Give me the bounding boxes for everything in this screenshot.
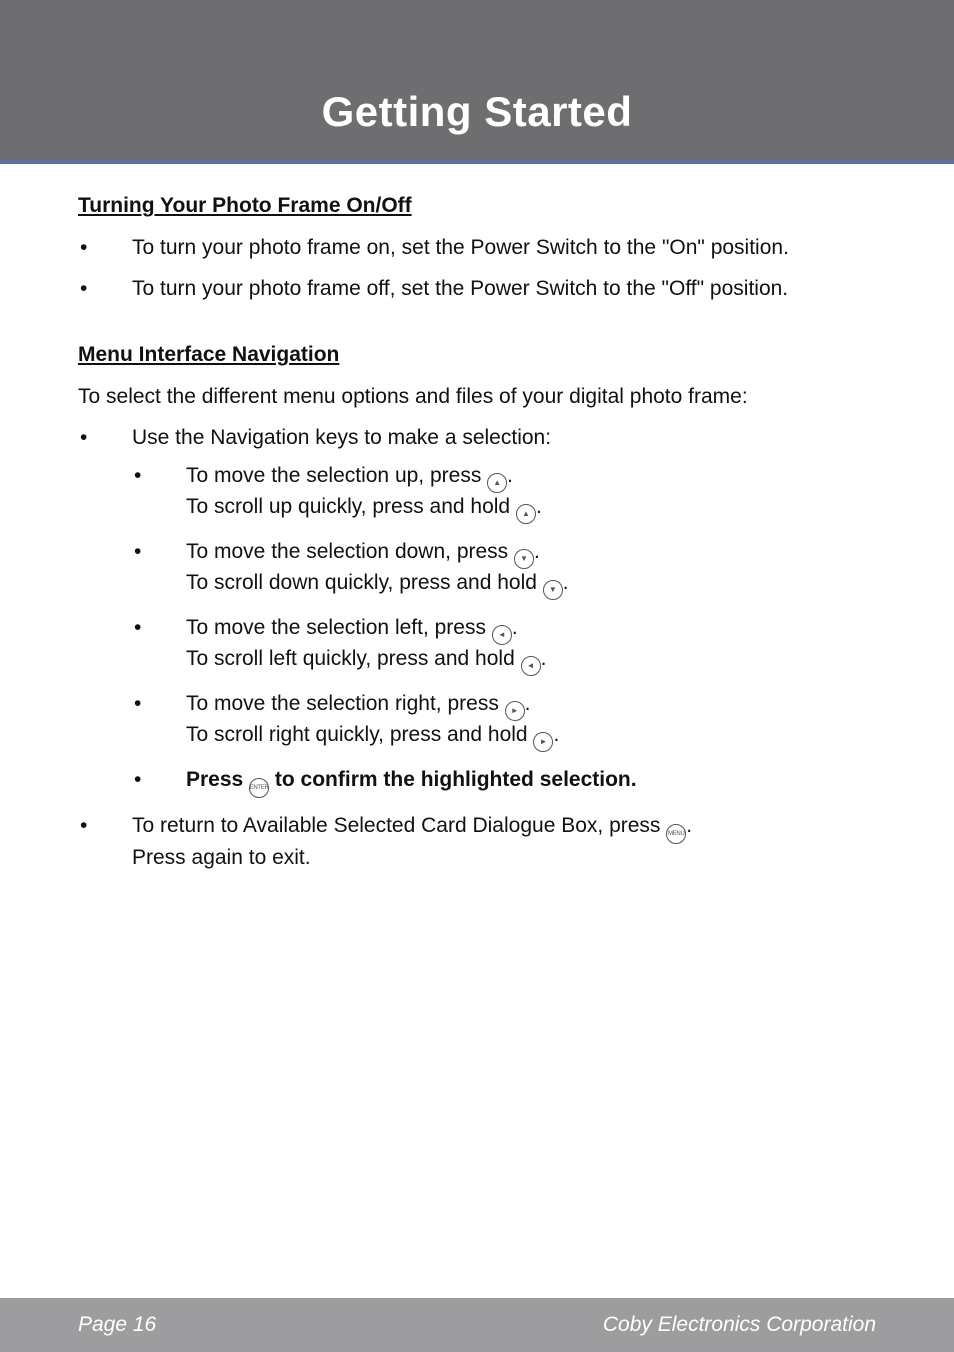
line-text: To return to Available Selected Card Dia…	[132, 814, 666, 837]
left-arrow-icon: ◄	[492, 625, 512, 645]
line-text: .	[686, 814, 692, 837]
line-text: To move the selection down, press	[186, 540, 514, 563]
menu-list: Use the Navigation keys to make a select…	[78, 424, 876, 873]
line-text: To move the selection left, press	[186, 616, 492, 639]
list-item: To return to Available Selected Card Dia…	[78, 812, 876, 872]
page-number: Page 16	[78, 1313, 156, 1337]
list-item: To turn your photo frame on, set the Pow…	[78, 234, 876, 262]
right-arrow-icon: ►	[533, 732, 553, 752]
line-text: Press again to exit.	[132, 846, 311, 869]
confirm-post: to confirm the highlighted selection.	[269, 768, 637, 791]
list-item: To turn your photo frame off, set the Po…	[78, 275, 876, 303]
up-arrow-icon: ▲	[516, 504, 536, 524]
enter-icon: ENTER	[249, 778, 269, 798]
nav-intro: Use the Navigation keys to make a select…	[132, 426, 551, 449]
list-text: To turn your photo frame off, set the Po…	[132, 277, 788, 300]
list-item: Press ENTER to confirm the highlighted s…	[132, 766, 876, 798]
footer: Page 16 Coby Electronics Corporation	[0, 1298, 954, 1352]
menu-intro: To select the different menu options and…	[78, 383, 876, 411]
line-text: .	[553, 723, 559, 746]
page-title: Getting Started	[322, 88, 633, 160]
right-arrow-icon: ►	[505, 701, 525, 721]
list-item: Use the Navigation keys to make a select…	[78, 424, 876, 798]
up-arrow-icon: ▲	[487, 473, 507, 493]
line-text: .	[563, 571, 569, 594]
down-arrow-icon: ▼	[543, 580, 563, 600]
nav-sublist: To move the selection up, press ▲. To sc…	[132, 462, 876, 798]
line-text: .	[525, 692, 531, 715]
line-text: .	[536, 495, 542, 518]
line-text: .	[512, 616, 518, 639]
line-text: .	[507, 464, 513, 487]
line-text: To scroll right quickly, press and hold	[186, 723, 533, 746]
section-heading-power: Turning Your Photo Frame On/Off	[78, 192, 876, 220]
menu-icon: MENU	[666, 824, 686, 844]
footer-company: Coby Electronics Corporation	[603, 1313, 876, 1337]
line-text: To scroll down quickly, press and hold	[186, 571, 543, 594]
confirm-pre: Press	[186, 768, 249, 791]
power-list: To turn your photo frame on, set the Pow…	[78, 234, 876, 303]
line-text: To scroll up quickly, press and hold	[186, 495, 516, 518]
list-item: To move the selection right, press ►. To…	[132, 690, 876, 752]
line-text: To move the selection up, press	[186, 464, 487, 487]
list-item: To move the selection left, press ◄. To …	[132, 614, 876, 676]
list-text: To turn your photo frame on, set the Pow…	[132, 236, 789, 259]
down-arrow-icon: ▼	[514, 549, 534, 569]
content-area: Turning Your Photo Frame On/Off To turn …	[0, 164, 954, 872]
line-text: .	[534, 540, 540, 563]
line-text: To scroll left quickly, press and hold	[186, 647, 521, 670]
header-band: Getting Started	[0, 0, 954, 160]
left-arrow-icon: ◄	[521, 656, 541, 676]
list-item: To move the selection up, press ▲. To sc…	[132, 462, 876, 524]
line-text: To move the selection right, press	[186, 692, 505, 715]
line-text: .	[541, 647, 547, 670]
section-heading-menu: Menu Interface Navigation	[78, 341, 876, 369]
list-item: To move the selection down, press ▼. To …	[132, 538, 876, 600]
